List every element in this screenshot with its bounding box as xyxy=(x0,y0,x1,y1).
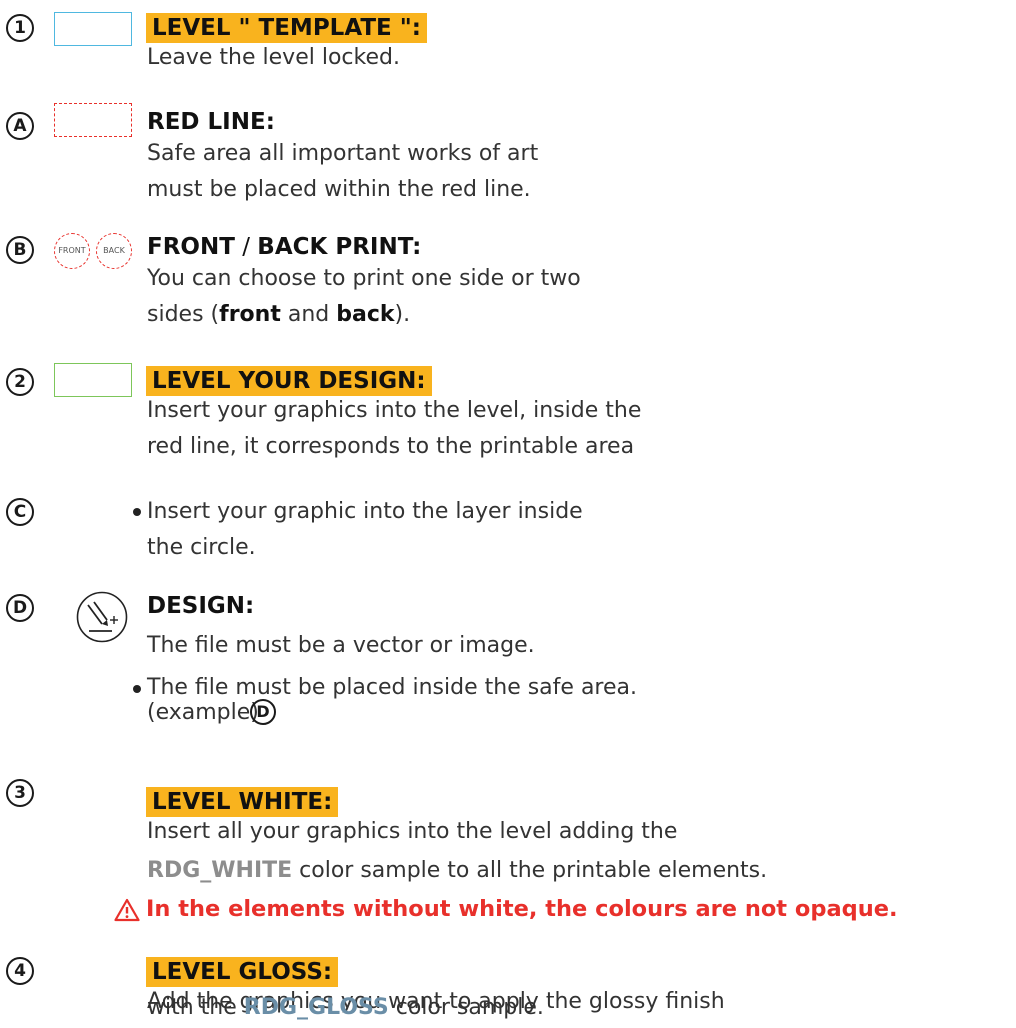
front-back-text-2: sides (front and back). xyxy=(147,297,410,333)
bullet-d xyxy=(133,685,141,693)
level-gloss-heading: LEVEL GLOSS: xyxy=(146,957,339,987)
red-line-text-1: Safe area all important works of art xyxy=(147,141,539,166)
front-back-heading: FRONT / BACK PRINT: xyxy=(147,234,421,260)
level-template-text: Leave the level locked. xyxy=(147,45,400,70)
rdg-gloss-sample: RDG_GLOSS xyxy=(243,995,389,1020)
sides-pre: sides ( xyxy=(147,302,220,327)
step-badge-1: 1 xyxy=(6,14,34,42)
step-badge-3: 3 xyxy=(6,779,34,807)
level-white-text-2: RDG_WHITE color sample to all the printa… xyxy=(147,853,767,889)
level-white-heading: LEVEL WHITE: xyxy=(146,787,339,817)
circle-text-1: Insert your graphic into the layer insid… xyxy=(147,499,583,524)
step-badge-c: C xyxy=(6,498,34,526)
level-your-design-heading: LEVEL YOUR DESIGN: xyxy=(146,366,432,396)
gloss-pre: with the xyxy=(147,995,244,1020)
inline-badge-d: D xyxy=(250,699,276,725)
level-your-design-text-1: Insert your graphics into the level, ins… xyxy=(147,398,642,423)
front-print-circle: FRONT xyxy=(54,233,90,269)
step-badge-b: B xyxy=(6,236,34,264)
step-badge-a: A xyxy=(6,112,34,140)
level-template-heading: LEVEL " TEMPLATE ": xyxy=(146,13,427,43)
step-badge-d: D xyxy=(6,594,34,622)
sides-post: ). xyxy=(394,302,411,327)
gloss-post: color sample. xyxy=(388,995,544,1020)
back-word: back xyxy=(336,302,395,327)
template-level-swatch xyxy=(54,12,132,46)
red-line-heading: RED LINE: xyxy=(147,109,275,135)
design-text-1: The file must be a vector or image. xyxy=(147,633,535,658)
rdg-white-sample: RDG_WHITE xyxy=(147,858,293,883)
level-your-design-text-2: red line, it corresponds to the printabl… xyxy=(147,434,635,459)
design-pen-icon xyxy=(76,591,128,643)
red-line-text-2: must be placed within the red line. xyxy=(147,177,531,202)
back-heading: BACK PRINT: xyxy=(257,234,422,260)
front-back-text-1: You can choose to print one side or two xyxy=(147,266,581,291)
opacity-warning: In the elements without white, the colou… xyxy=(146,896,898,922)
back-print-circle: BACK xyxy=(96,233,132,269)
and-word: and xyxy=(280,302,337,327)
level-white-text-1: Insert all your graphics into the level … xyxy=(147,819,678,844)
front-word: front xyxy=(219,302,281,327)
design-level-swatch xyxy=(54,363,132,397)
design-text-3: (example) xyxy=(147,700,259,725)
design-heading: DESIGN: xyxy=(147,593,255,619)
red-line-swatch xyxy=(54,103,132,137)
level-gloss-text-2: with the RDG_GLOSS color sample. xyxy=(147,990,544,1026)
front-heading: FRONT xyxy=(147,234,235,260)
warning-triangle-icon xyxy=(114,898,140,922)
bullet-c xyxy=(133,508,141,516)
circle-text-2: the circle. xyxy=(147,535,256,560)
step-badge-4: 4 xyxy=(6,957,34,985)
step-badge-2: 2 xyxy=(6,368,34,396)
heading-separator: / xyxy=(234,234,258,260)
level-white-text-2-rest: color sample to all the printable elemen… xyxy=(292,858,768,883)
